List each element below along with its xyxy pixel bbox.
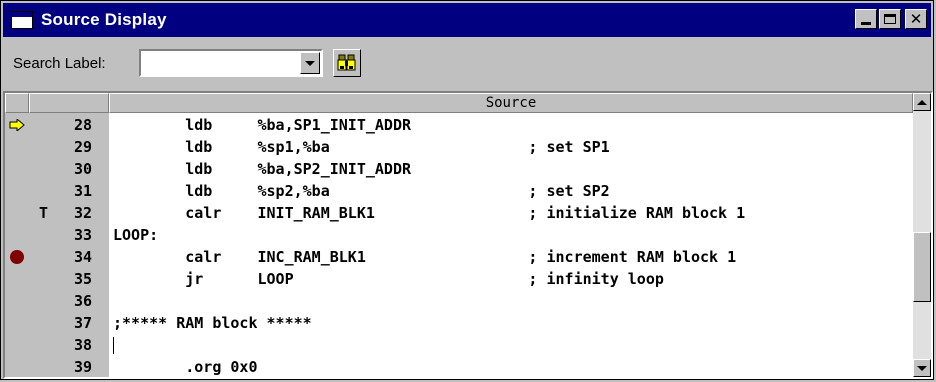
marker-cell[interactable] xyxy=(5,356,29,377)
source-line[interactable]: 34 calr INC_RAM_BLK1 ; increment RAM blo… xyxy=(5,246,913,268)
line-number: 30 xyxy=(73,160,93,178)
code-text: ldb %ba,SP1_INIT_ADDR xyxy=(113,116,412,134)
source-line[interactable]: 28 ldb %ba,SP1_INIT_ADDR xyxy=(5,114,913,136)
line-number: 38 xyxy=(73,336,93,354)
scroll-thumb[interactable] xyxy=(913,232,931,303)
source-display-window: Source Display ✕ Search Label: Source 28… xyxy=(0,0,934,380)
source-line[interactable]: 38 xyxy=(5,334,913,356)
source-line[interactable]: 30 ldb %ba,SP2_INIT_ADDR xyxy=(5,158,913,180)
line-number: 34 xyxy=(73,248,93,266)
line-number: 39 xyxy=(73,358,93,376)
code-text: ;***** RAM block ***** xyxy=(113,314,312,332)
source-line[interactable]: 36 xyxy=(5,290,913,312)
source-line[interactable]: 33 LOOP: xyxy=(5,224,913,246)
minimize-button[interactable] xyxy=(855,9,877,29)
window-controls: ✕ xyxy=(853,9,927,29)
breakpoint-icon[interactable] xyxy=(5,246,29,268)
source-column-header[interactable]: Source xyxy=(109,93,913,113)
scroll-up-button[interactable] xyxy=(913,93,931,111)
marker-cell[interactable] xyxy=(5,202,29,224)
line-column-header[interactable] xyxy=(29,93,109,113)
marker-cell[interactable] xyxy=(5,224,29,246)
marker-cell[interactable] xyxy=(5,136,29,158)
source-line[interactable]: 35 jr LOOP ; infinity loop xyxy=(5,268,913,290)
maximize-button[interactable] xyxy=(879,9,901,29)
vertical-scrollbar[interactable] xyxy=(913,93,931,377)
line-number: 31 xyxy=(73,182,93,200)
source-line[interactable]: 29 ldb %sp1,%ba ; set SP1 xyxy=(5,136,913,158)
pc-arrow-icon[interactable] xyxy=(5,114,29,136)
combobox-dropdown-button[interactable] xyxy=(300,52,320,74)
find-button[interactable] xyxy=(333,49,361,77)
code-text: ldb %ba,SP2_INIT_ADDR xyxy=(113,160,412,178)
code-text: jr LOOP ; infinity loop xyxy=(113,270,664,288)
source-lines: 28 ldb %ba,SP1_INIT_ADDR 29 ldb %sp1,%ba … xyxy=(5,114,913,377)
window-icon xyxy=(11,11,33,29)
source-line[interactable]: 37 ;***** RAM block ***** xyxy=(5,312,913,334)
search-label-combobox[interactable] xyxy=(139,49,323,77)
binoculars-icon xyxy=(337,54,356,71)
code-text: calr INIT_RAM_BLK1 ; initialize RAM bloc… xyxy=(113,204,746,222)
line-number: 28 xyxy=(73,116,93,134)
title-bar[interactable]: Source Display ✕ xyxy=(3,3,931,37)
marker-cell[interactable] xyxy=(5,158,29,180)
line-number: 29 xyxy=(73,138,93,156)
minimize-icon xyxy=(861,21,871,25)
code-text: LOOP: xyxy=(113,226,159,244)
code-text: ldb %sp2,%ba ; set SP2 xyxy=(113,182,610,200)
marker-cell[interactable] xyxy=(5,180,29,202)
marker-cell[interactable] xyxy=(5,312,29,334)
toolbar: Search Label: xyxy=(3,39,931,89)
source-view[interactable]: Source 28 ldb %ba,SP1_INIT_ADDR 29 ldb %s… xyxy=(3,91,933,379)
arrow-down-icon xyxy=(917,365,927,371)
search-label: Search Label: xyxy=(13,55,106,72)
source-line[interactable]: 31 ldb %sp2,%ba ; set SP2 xyxy=(5,180,913,202)
source-line[interactable]: 39 .org 0x0 xyxy=(5,356,913,377)
marker-cell[interactable] xyxy=(5,290,29,312)
marker-column-header[interactable] xyxy=(5,93,29,113)
marker-cell[interactable] xyxy=(5,268,29,290)
close-button[interactable]: ✕ xyxy=(905,9,927,29)
column-header-row: Source xyxy=(5,93,913,113)
line-number: 35 xyxy=(73,270,93,288)
code-text: .org 0x0 xyxy=(113,358,258,376)
line-number: 36 xyxy=(73,292,93,310)
source-line[interactable]: T 32 calr INIT_RAM_BLK1 ; initialize RAM … xyxy=(5,202,913,224)
close-icon: ✕ xyxy=(909,9,923,28)
line-number: 33 xyxy=(73,226,93,244)
code-text: calr INC_RAM_BLK1 ; increment RAM block … xyxy=(113,248,737,266)
code-text: ldb %sp1,%ba ; set SP1 xyxy=(113,138,610,156)
arrow-up-icon xyxy=(917,99,927,105)
window-title: Source Display xyxy=(41,10,167,29)
line-number: 32 xyxy=(73,204,93,222)
maximize-icon xyxy=(884,14,896,24)
line-number: 37 xyxy=(73,314,93,332)
marker-cell[interactable] xyxy=(5,334,29,356)
scroll-down-button[interactable] xyxy=(913,359,931,377)
text-cursor xyxy=(113,337,114,354)
line-flag: T xyxy=(39,204,49,222)
chevron-down-icon xyxy=(305,60,315,66)
